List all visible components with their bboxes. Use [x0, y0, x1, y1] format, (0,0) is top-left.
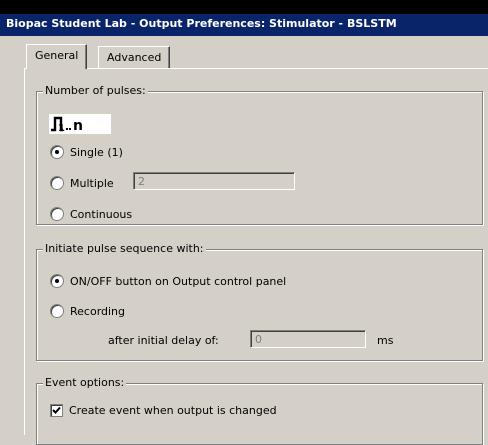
initiate-group: Initiate pulse sequence with: ON/OFF but…: [36, 242, 483, 361]
radio-onoff-label: ON/OFF button on Output control panel: [70, 274, 287, 288]
checkmark-icon: [52, 406, 61, 414]
radio-continuous-button[interactable]: [50, 207, 64, 221]
tab-advanced-label: Advanced: [107, 51, 162, 64]
radio-recording-label: Recording: [70, 304, 126, 318]
multiple-count-field[interactable]: 2: [133, 172, 295, 190]
tab-general[interactable]: General: [26, 44, 88, 69]
initiate-legend: Initiate pulse sequence with:: [43, 242, 206, 255]
radio-continuous[interactable]: Continuous: [50, 207, 132, 221]
radio-onoff[interactable]: ON/OFF button on Output control panel: [50, 274, 286, 288]
svg-text:n: n: [73, 118, 83, 134]
window-title: Biopac Student Lab - Output Preferences:…: [6, 17, 397, 30]
tab-panel-general: Number of pulses: 1 n Single (1) Multipl…: [24, 68, 488, 445]
radio-multiple-label: Multiple: [70, 176, 114, 190]
tab-advanced[interactable]: Advanced: [98, 46, 171, 69]
radio-single[interactable]: Single (1): [50, 145, 123, 159]
pulse-train-icon: 1 n: [49, 114, 111, 134]
create-event-label: Create event when output is changed: [69, 404, 277, 417]
radio-multiple-button[interactable]: [50, 176, 64, 190]
create-event-checkbox[interactable]: [50, 404, 63, 417]
radio-recording[interactable]: Recording: [50, 304, 125, 318]
radio-continuous-label: Continuous: [70, 207, 133, 221]
svg-text:1: 1: [58, 123, 65, 134]
radio-recording-button[interactable]: [50, 304, 64, 318]
top-edge: [0, 0, 488, 14]
radio-multiple[interactable]: Multiple: [50, 176, 114, 190]
pulses-group: Number of pulses: 1 n Single (1) Multipl…: [36, 84, 483, 225]
pulses-legend: Number of pulses:: [43, 84, 148, 97]
events-group: Event options: Create event when output …: [36, 376, 483, 445]
radio-onoff-button[interactable]: [50, 274, 64, 288]
tab-general-label: General: [35, 49, 79, 62]
delay-unit: ms: [377, 334, 394, 347]
radio-single-button[interactable]: [50, 145, 64, 159]
event-checkbox-row[interactable]: Create event when output is changed: [50, 404, 277, 417]
events-legend: Event options:: [43, 376, 127, 389]
delay-field[interactable]: 0: [250, 330, 366, 348]
radio-single-label: Single (1): [70, 145, 123, 159]
delay-label: after initial delay of:: [108, 334, 219, 347]
